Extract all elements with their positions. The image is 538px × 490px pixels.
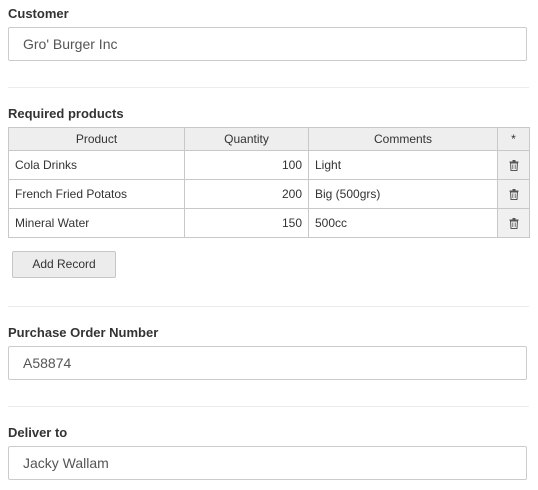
column-header-actions: * xyxy=(497,127,530,151)
add-record-button[interactable]: Add Record xyxy=(12,251,116,278)
delete-row-button[interactable] xyxy=(497,179,530,209)
column-header-product[interactable]: Product xyxy=(8,127,185,151)
quantity-cell[interactable]: 200 xyxy=(184,179,309,209)
trash-icon xyxy=(509,160,518,172)
comments-cell[interactable]: Light xyxy=(308,150,498,180)
products-table: Product Quantity Comments * Cola Drinks … xyxy=(8,127,530,238)
delete-row-button[interactable] xyxy=(497,208,530,238)
deliver-to-label: Deliver to xyxy=(8,425,68,440)
section-divider xyxy=(8,406,529,407)
trash-icon xyxy=(509,189,518,201)
purchase-order-label: Purchase Order Number xyxy=(8,325,159,340)
table-row: Cola Drinks 100 Light xyxy=(8,150,530,180)
quantity-cell[interactable]: 100 xyxy=(184,150,309,180)
purchase-order-input[interactable]: A58874 xyxy=(8,346,527,380)
table-row: Mineral Water 150 500cc xyxy=(8,208,530,238)
product-cell[interactable]: Cola Drinks xyxy=(8,150,185,180)
comments-cell[interactable]: Big (500grs) xyxy=(308,179,498,209)
customer-input[interactable]: Gro' Burger Inc xyxy=(8,27,527,61)
column-header-quantity[interactable]: Quantity xyxy=(184,127,309,151)
section-divider xyxy=(8,87,529,88)
comments-cell[interactable]: 500cc xyxy=(308,208,498,238)
quantity-cell[interactable]: 150 xyxy=(184,208,309,238)
trash-icon xyxy=(509,218,518,230)
table-header-row: Product Quantity Comments * xyxy=(8,127,530,151)
product-cell[interactable]: Mineral Water xyxy=(8,208,185,238)
deliver-to-input[interactable]: Jacky Wallam xyxy=(8,446,527,480)
customer-label: Customer xyxy=(8,6,69,21)
table-row: French Fried Potatos 200 Big (500grs) xyxy=(8,179,530,209)
delete-row-button[interactable] xyxy=(497,150,530,180)
column-header-comments[interactable]: Comments xyxy=(308,127,498,151)
section-divider xyxy=(8,306,529,307)
product-cell[interactable]: French Fried Potatos xyxy=(8,179,185,209)
required-products-label: Required products xyxy=(8,106,124,121)
